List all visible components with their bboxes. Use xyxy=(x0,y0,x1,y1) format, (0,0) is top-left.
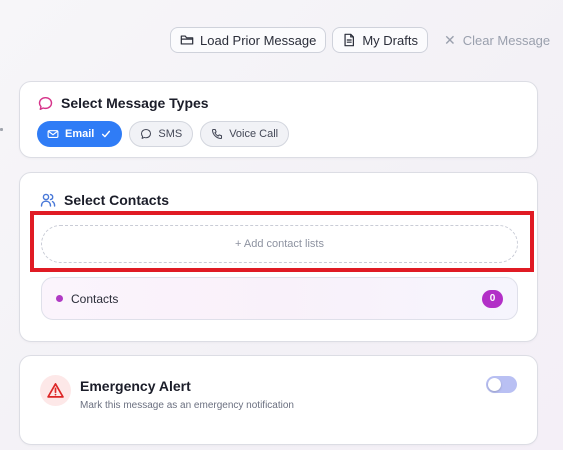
load-prior-message-label: Load Prior Message xyxy=(200,32,317,48)
contacts-list-row[interactable]: Contacts 0 xyxy=(41,277,518,320)
sms-type-label: SMS xyxy=(158,128,183,140)
clear-message-button[interactable]: ✕ Clear Message xyxy=(434,27,560,53)
contacts-card: Select Contacts + Add contact lists Cont… xyxy=(19,172,538,342)
message-types-title: Select Message Types xyxy=(61,95,209,111)
load-prior-message-button[interactable]: Load Prior Message xyxy=(170,27,327,53)
emergency-alert-description: Mark this message as an emergency notifi… xyxy=(80,400,294,411)
sms-type-chip[interactable]: SMS xyxy=(129,121,194,147)
emergency-alert-card: Emergency Alert Mark this message as an … xyxy=(19,355,538,445)
top-toolbar: Load Prior Message My Drafts ✕ Clear Mes… xyxy=(170,27,560,53)
email-type-label: Email xyxy=(65,128,95,140)
contacts-row-label: Contacts xyxy=(71,291,119,306)
document-icon xyxy=(344,33,355,47)
emergency-alert-toggle[interactable] xyxy=(486,376,517,393)
message-composer-page: Load Prior Message My Drafts ✕ Clear Mes… xyxy=(0,0,563,450)
phone-icon xyxy=(212,128,223,140)
mail-icon xyxy=(47,130,59,138)
email-type-chip[interactable]: Email xyxy=(37,121,123,147)
contacts-heading: Select Contacts xyxy=(40,192,169,208)
contacts-dot-icon xyxy=(56,295,63,302)
close-icon: ✕ xyxy=(443,31,456,48)
message-types-heading: Select Message Types xyxy=(38,95,209,111)
contacts-title: Select Contacts xyxy=(64,192,170,208)
users-icon xyxy=(40,193,56,207)
voice-call-type-chip[interactable]: Voice Call xyxy=(200,121,290,147)
voice-call-type-label: Voice Call xyxy=(229,128,279,140)
chat-bubble-icon xyxy=(38,96,53,110)
folder-icon xyxy=(180,35,194,45)
highlight-frame xyxy=(30,211,534,272)
my-drafts-label: My Drafts xyxy=(362,32,418,48)
checkmark-icon xyxy=(102,130,111,138)
toggle-knob xyxy=(488,378,501,391)
my-drafts-button[interactable]: My Drafts xyxy=(332,27,428,53)
contacts-count-badge: 0 xyxy=(482,289,503,308)
clear-message-label: Clear Message xyxy=(462,32,551,48)
emergency-alert-title: Emergency Alert xyxy=(80,378,191,394)
message-types-card: Select Message Types Email SMS Voice Cal… xyxy=(19,81,538,158)
message-type-options: Email SMS Voice Call xyxy=(37,121,290,147)
warning-triangle-icon xyxy=(40,375,71,406)
message-bubble-icon xyxy=(141,128,152,139)
edge-marker xyxy=(0,128,3,131)
